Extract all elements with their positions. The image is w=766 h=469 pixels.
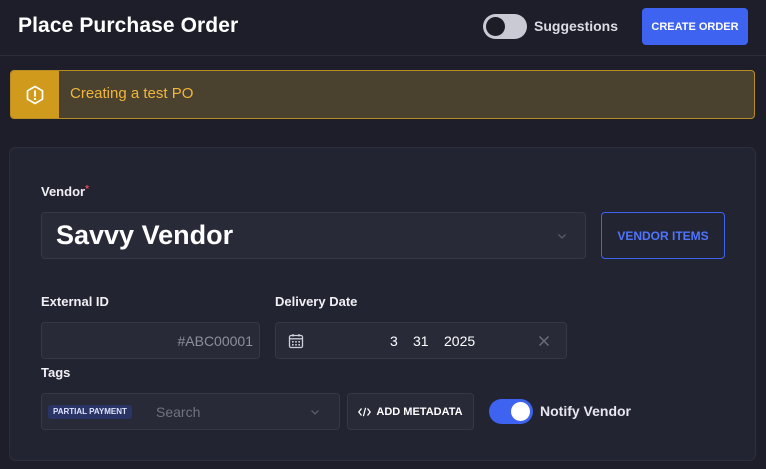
tags-label: Tags	[41, 365, 71, 380]
warning-hexagon-icon	[11, 71, 59, 118]
chevron-down-icon	[311, 410, 319, 415]
required-mark: *	[85, 184, 89, 195]
create-order-button[interactable]: CREATE ORDER	[642, 8, 748, 45]
date-day[interactable]: 31	[413, 333, 429, 349]
notify-vendor-toggle[interactable]	[489, 399, 533, 424]
suggestions-toggle[interactable]	[483, 14, 527, 39]
clear-date-icon[interactable]	[538, 335, 550, 347]
date-year[interactable]: 2025	[444, 333, 475, 349]
vendor-label: Vendor*	[41, 184, 89, 199]
external-id-input[interactable]	[41, 322, 260, 359]
suggestions-label: Suggestions	[534, 18, 619, 34]
add-metadata-label: ADD METADATA	[376, 405, 463, 418]
notify-vendor-label: Notify Vendor	[540, 403, 632, 419]
calendar-icon[interactable]	[288, 333, 304, 349]
alert-message: Creating a test PO	[70, 85, 194, 102]
toggle-knob	[511, 402, 530, 421]
vendor-items-button[interactable]: VENDOR ITEMS	[601, 212, 725, 259]
vendor-value: Savvy Vendor	[56, 220, 234, 250]
external-id-label: External ID	[41, 294, 109, 309]
delivery-date-field[interactable]: 3 31 2025	[275, 322, 567, 359]
tags-search-input[interactable]	[156, 403, 306, 421]
chevron-down-icon	[558, 234, 566, 239]
date-month[interactable]: 3	[390, 333, 398, 349]
page-title: Place Purchase Order	[18, 14, 239, 37]
delivery-date-label: Delivery Date	[275, 294, 358, 309]
test-po-alert: Creating a test PO	[10, 70, 755, 119]
tags-multiselect[interactable]: PARTIAL PAYMENT	[41, 393, 340, 430]
page-header: Place Purchase Order Suggestions CREATE …	[0, 0, 766, 56]
vendor-label-text: Vendor	[41, 184, 86, 199]
code-icon	[358, 407, 372, 416]
tag-chip[interactable]: PARTIAL PAYMENT	[48, 405, 132, 419]
add-metadata-button[interactable]: ADD METADATA	[347, 393, 474, 430]
toggle-knob	[486, 17, 505, 36]
vendor-select[interactable]: Savvy Vendor	[41, 212, 586, 259]
